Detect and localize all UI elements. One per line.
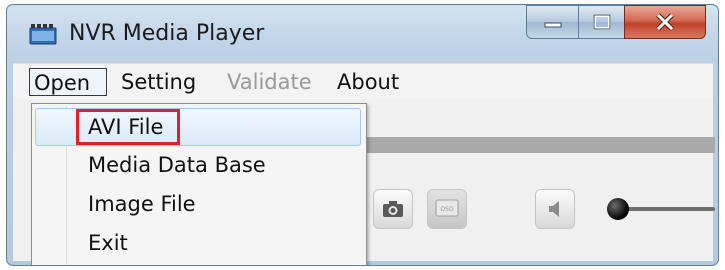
close-icon <box>656 13 674 31</box>
menu-validate[interactable]: Validate <box>223 68 316 96</box>
seek-bar[interactable] <box>363 137 715 153</box>
annotation-highlight-box <box>76 109 180 145</box>
osd-button[interactable]: OSD <box>427 189 467 229</box>
menu-bar: Open Setting Validate About <box>13 63 713 100</box>
window-controls <box>526 5 706 39</box>
volume-slider-knob[interactable] <box>607 198 629 220</box>
menu-about[interactable]: About <box>333 68 403 96</box>
menu-item-media-data-base[interactable]: Media Data Base <box>88 147 266 183</box>
osd-icon: OSD <box>435 199 459 217</box>
title-bar[interactable]: NVR Media Player <box>7 5 718 61</box>
menu-item-image-file[interactable]: Image File <box>88 186 196 222</box>
video-app-icon <box>29 23 57 45</box>
menu-item-exit[interactable]: Exit <box>88 225 128 261</box>
close-button[interactable] <box>624 5 706 39</box>
maximize-icon <box>592 14 611 30</box>
window-title: NVR Media Player <box>69 21 265 46</box>
menu-open[interactable]: Open <box>29 68 107 96</box>
camera-icon <box>383 201 403 217</box>
open-dropdown-menu: AVI File Media Data Base Image File Exit <box>31 103 367 265</box>
svg-text:OSD: OSD <box>440 206 454 213</box>
mute-button[interactable] <box>535 189 575 229</box>
maximize-button[interactable] <box>578 5 624 39</box>
speaker-icon <box>549 201 559 217</box>
volume-slider-track[interactable] <box>621 207 715 211</box>
minimize-icon <box>544 22 561 28</box>
snapshot-button[interactable] <box>373 189 413 229</box>
minimize-button[interactable] <box>526 5 578 39</box>
main-window: NVR Media Player Open Setting Validate A… <box>6 4 719 266</box>
menu-setting[interactable]: Setting <box>117 68 200 96</box>
